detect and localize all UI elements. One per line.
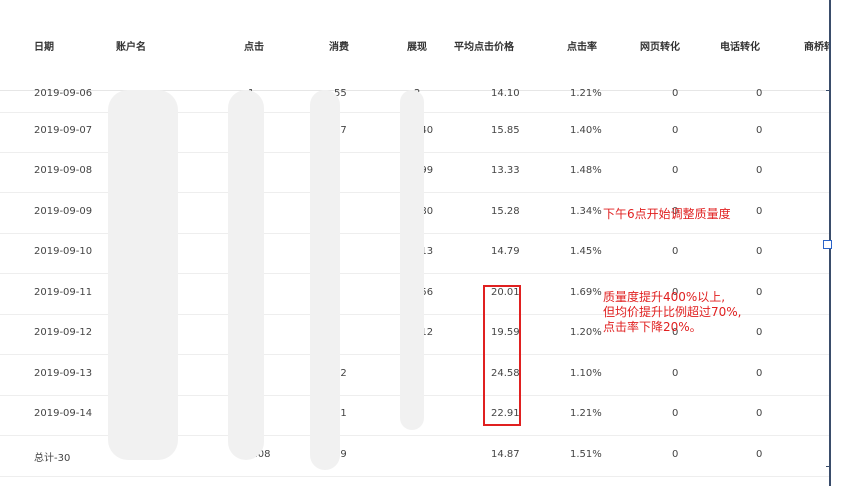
- cell-web-conversion: 0: [672, 368, 679, 379]
- cell-date: 2019-09-13: [34, 368, 93, 379]
- annotation-line: 质量度提升400%以上,: [603, 290, 726, 304]
- cell-date: 2019-09-10: [34, 246, 93, 257]
- cell-ctr: 1.45%: [570, 246, 602, 257]
- cell-date: 2019-09-06: [34, 88, 93, 99]
- cell-ctr: 1.69%: [570, 287, 602, 298]
- header-web-conversion[interactable]: 网页转化: [640, 38, 680, 53]
- cell-phone-conversion: 0: [756, 327, 763, 338]
- cell-phone-conversion: 0: [756, 408, 763, 419]
- header-account[interactable]: 账户名: [116, 38, 146, 53]
- table-header: 日期 账户名 点击 消费 展现 平均点击价格 点击率 网页转化 电话转化 商桥转: [0, 0, 830, 91]
- cell-phone-conversion: 0: [756, 165, 763, 176]
- cell-date: 总计-30: [34, 453, 71, 464]
- cell-phone-conversion: 0: [756, 449, 763, 460]
- cell-phone-conversion: 0: [756, 206, 763, 217]
- cell-date: 2019-09-08: [34, 165, 93, 176]
- cell-phone-conversion: 0: [756, 88, 763, 99]
- cell-web-conversion: 0: [672, 246, 679, 257]
- cell-phone-conversion: 0: [756, 125, 763, 136]
- resize-handle[interactable]: [823, 240, 832, 249]
- annotation-note-quality-adjust: 下午6点开始调整质量度: [603, 207, 731, 221]
- cell-phone-conversion: 0: [756, 287, 763, 298]
- cell-ctr: 1.34%: [570, 206, 602, 217]
- annotation-note-result: 质量度提升400%以上, 但均价提升比例超过70%, 点击率下降20%。: [603, 290, 742, 335]
- annotation-line: 点击率下降20%。: [603, 320, 702, 334]
- redaction-mask: [400, 90, 424, 430]
- cell-date: 2019-09-12: [34, 327, 93, 338]
- cell-avg-cpc: 14.87: [491, 449, 520, 460]
- cell-ctr: 1.10%: [570, 368, 602, 379]
- cell-web-conversion: 0: [672, 165, 679, 176]
- cell-avg-cpc: 15.85: [491, 125, 520, 136]
- cell-ctr: 1.48%: [570, 165, 602, 176]
- cell-web-conversion: 0: [672, 125, 679, 136]
- cell-ctr: 1.21%: [570, 408, 602, 419]
- cell-date: 2019-09-07: [34, 125, 93, 136]
- cell-ctr: 1.20%: [570, 327, 602, 338]
- cell-avg-cpc: 15.28: [491, 206, 520, 217]
- cell-date: 2019-09-09: [34, 206, 93, 217]
- header-ctr[interactable]: 点击率: [567, 38, 597, 53]
- border-tick: [826, 90, 830, 91]
- cell-ctr: 1.40%: [570, 125, 602, 136]
- cell-phone-conversion: 0: [756, 368, 763, 379]
- annotation-line: 但均价提升比例超过70%,: [603, 305, 742, 319]
- cell-phone-conversion: 0: [756, 246, 763, 257]
- header-date[interactable]: 日期: [34, 38, 54, 53]
- redaction-mask: [108, 90, 178, 460]
- header-phone-conversion[interactable]: 电话转化: [720, 38, 760, 53]
- cell-web-conversion: 0: [672, 88, 679, 99]
- header-clicks[interactable]: 点击: [244, 38, 264, 53]
- cell-avg-cpc: 14.10: [491, 88, 520, 99]
- header-impressions[interactable]: 展现: [407, 38, 427, 53]
- cell-avg-cpc: 13.33: [491, 165, 520, 176]
- redaction-mask: [228, 90, 264, 460]
- cell-ctr: 1.21%: [570, 88, 602, 99]
- redaction-mask: [310, 90, 340, 470]
- header-bridge-conversion[interactable]: 商桥转: [804, 38, 830, 53]
- cell-avg-cpc: 14.79: [491, 246, 520, 257]
- header-avg-cpc[interactable]: 平均点击价格: [454, 38, 514, 53]
- cell-date: 2019-09-11: [34, 287, 93, 298]
- cell-date: 2019-09-14: [34, 408, 93, 419]
- border-tick: [826, 466, 830, 467]
- highlight-box-avg-cpc: [483, 285, 521, 426]
- cell-web-conversion: 0: [672, 449, 679, 460]
- header-cost[interactable]: 消费: [329, 38, 349, 53]
- cell-ctr: 1.51%: [570, 449, 602, 460]
- cell-web-conversion: 0: [672, 408, 679, 419]
